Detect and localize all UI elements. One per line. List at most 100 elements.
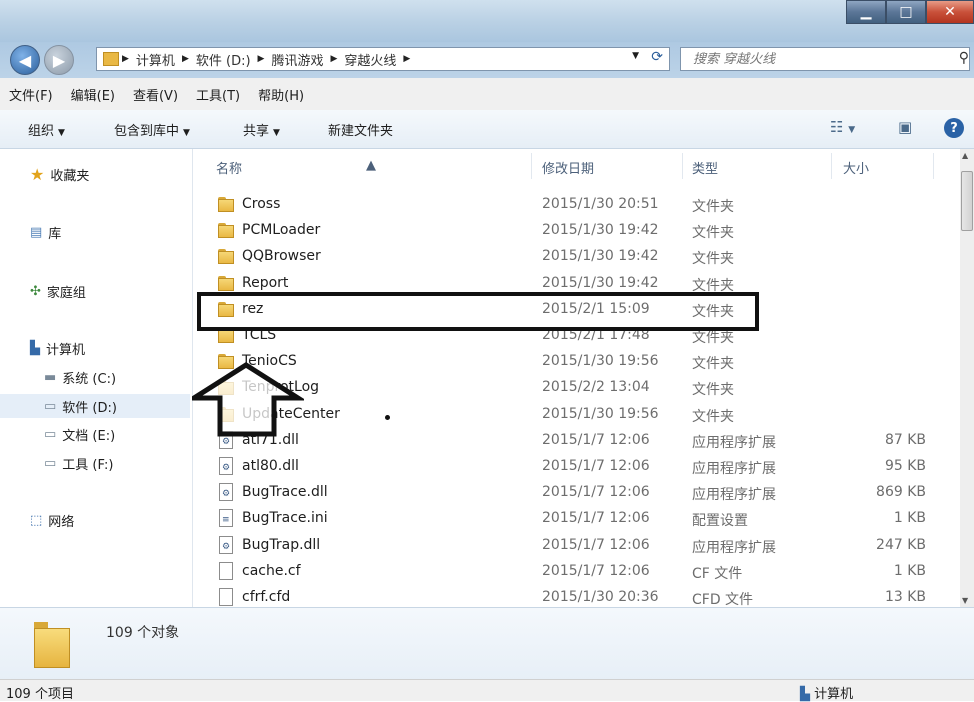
minimize-button[interactable]: ▁ (846, 0, 886, 24)
column-name[interactable]: 名称 (216, 158, 242, 177)
sidebar-label: 系统 (C:) (62, 372, 117, 387)
table-row[interactable]: TenioCS 2015/1/30 19:56 文件夹 (193, 348, 960, 374)
menu-tools[interactable]: 工具(T) (187, 85, 249, 104)
breadcrumb-separator-icon: ▶ (181, 54, 189, 64)
table-row[interactable]: ⚙ BugTrace.dll 2015/1/7 12:06 应用程序扩展 869 KB (193, 479, 960, 505)
sidebar-item-drive-c[interactable]: ▬ 系统 (C:) (44, 368, 116, 387)
column-type[interactable]: 类型 (692, 158, 718, 177)
vertical-scrollbar[interactable]: ▲ ▼ (960, 149, 974, 607)
sidebar-item-drive-d[interactable]: ▭ 软件 (D:) (0, 394, 190, 418)
search-icon[interactable]: ⚲ (959, 50, 969, 66)
organize-label: 组织 (28, 124, 55, 139)
file-name: QQBrowser (242, 248, 321, 265)
column-divider[interactable] (682, 153, 683, 179)
table-row[interactable]: ⚙ BugTrap.dll 2015/1/7 12:06 应用程序扩展 247 KB (193, 532, 960, 558)
table-row[interactable]: PCMLoader 2015/1/30 19:42 文件夹 (193, 217, 960, 243)
menu-file[interactable]: 文件(F) (0, 85, 62, 104)
address-dropdown-icon[interactable]: ▼ (632, 51, 639, 61)
share-label: 共享 (243, 124, 270, 139)
file-name: cache.cf (242, 562, 301, 579)
refresh-icon[interactable]: ⟳ (651, 49, 663, 65)
table-row[interactable]: UpdateCenter 2015/1/30 19:56 文件夹 (193, 401, 960, 427)
file-date: 2015/1/30 19:42 (542, 274, 659, 291)
column-divider[interactable] (831, 153, 832, 179)
table-row[interactable]: ⚙ atl80.dll 2015/1/7 12:06 应用程序扩展 95 KB (193, 453, 960, 479)
dll-file-icon: ⚙ (219, 457, 233, 475)
sidebar-item-homegroup[interactable]: ✣ 家庭组 (30, 282, 86, 301)
folder-icon (218, 275, 234, 291)
folder-icon (218, 223, 234, 239)
library-icon: ▤ (30, 225, 43, 240)
preview-pane-icon[interactable]: ▣ (898, 118, 912, 136)
new-folder-button[interactable]: 新建文件夹 (328, 120, 393, 139)
sidebar-item-network[interactable]: ⬚ 网络 (30, 511, 74, 530)
file-name: BugTrace.dll (242, 484, 328, 501)
include-in-library-button[interactable]: 包含到库中 ▼ (114, 120, 190, 139)
table-row[interactable]: ≡ BugTrace.ini 2015/1/7 12:06 配置设置 1 KB (193, 505, 960, 531)
file-size: 87 KB (884, 431, 926, 448)
table-row[interactable]: cache.cf 2015/1/7 12:06 CF 文件 1 KB (193, 558, 960, 584)
sidebar-item-drive-f[interactable]: ▭ 工具 (F:) (44, 454, 113, 473)
file-date: 2015/1/7 12:06 (542, 510, 650, 527)
table-row[interactable]: TenprotLog2015/2/2 13:04文件夹 (193, 374, 960, 400)
command-toolbar: 组织 ▼ 包含到库中 ▼ 共享 ▼ 新建文件夹 ☷ ▼ ▣ ? (0, 110, 974, 149)
breadcrumb-tencent-games[interactable]: 腾讯游戏 (267, 50, 327, 69)
column-divider[interactable] (531, 153, 532, 179)
highlight-box (197, 292, 759, 331)
view-options-icon[interactable]: ☷ ▼ (830, 118, 855, 136)
help-icon[interactable]: ? (944, 118, 964, 138)
file-type: 文件夹 (692, 356, 734, 373)
system-drive-icon: ▬ (44, 370, 57, 385)
breadcrumb-separator-icon: ▶ (122, 54, 129, 64)
menu-help[interactable]: 帮助(H) (249, 85, 313, 104)
breadcrumb-separator-icon: ▶ (403, 54, 411, 64)
dropdown-arrow-icon: ▼ (183, 128, 190, 138)
forward-button[interactable]: ▶ (44, 45, 74, 75)
sidebar-label: 工具 (F:) (62, 458, 114, 473)
file-size: 13 KB (884, 589, 926, 605)
table-row[interactable]: QQBrowser 2015/1/30 19:42 文件夹 (193, 243, 960, 269)
sidebar-item-computer[interactable]: ▙ 计算机 (30, 339, 85, 358)
menu-view[interactable]: 查看(V) (124, 85, 187, 104)
dropdown-arrow-icon: ▼ (273, 128, 280, 138)
file-type: 文件夹 (692, 382, 734, 399)
sidebar-label: 软件 (D:) (62, 400, 117, 416)
table-row[interactable]: ⚙ atl71.dll 2015/1/7 12:06 应用程序扩展 87 KB (193, 427, 960, 453)
address-bar[interactable]: ▶ 计算机 ▶ 软件 (D:) ▶ 腾讯游戏 ▶ 穿越火线 ▶ ▼ ⟳ (96, 47, 670, 71)
sidebar-label: 网络 (48, 515, 75, 530)
scroll-down-icon[interactable]: ▼ (962, 596, 968, 605)
sidebar-item-favorites[interactable]: ★ 收藏夹 (30, 165, 89, 184)
folder-icon (218, 249, 234, 265)
table-row[interactable]: Cross 2015/1/30 20:51 文件夹 (193, 191, 960, 217)
item-count: 109 个项目 (6, 687, 74, 702)
file-date: 2015/1/7 12:06 (542, 458, 650, 474)
breadcrumb-crossfire[interactable]: 穿越火线 (340, 50, 400, 69)
back-button[interactable]: ◀ (10, 45, 40, 75)
search-input[interactable] (691, 50, 945, 68)
drive-icon: ▭ (44, 456, 57, 471)
menu-edit[interactable]: 编辑(E) (62, 85, 124, 104)
file-size: 869 KB (876, 484, 926, 501)
scroll-up-icon[interactable]: ▲ (962, 151, 968, 160)
file-type: 应用程序扩展 (692, 487, 776, 504)
maximize-button[interactable]: □ (886, 0, 926, 24)
star-icon: ★ (30, 165, 45, 184)
close-button[interactable]: ✕ (926, 0, 974, 24)
breadcrumb-drive-d[interactable]: 软件 (D:) (192, 50, 255, 69)
column-size[interactable]: 大小 (843, 158, 869, 177)
organize-button[interactable]: 组织 ▼ (28, 120, 65, 139)
sidebar-item-libraries[interactable]: ▤ 库 (30, 223, 61, 242)
column-date[interactable]: 修改日期 (542, 158, 594, 177)
file-type: 文件夹 (692, 199, 734, 215)
navigation-pane: ★ 收藏夹 ▤ 库 ✣ 家庭组 ▙ 计算机 ▬ 系统 (C:) ▭ 软件 (D:) ▭ 文档 … (0, 149, 193, 607)
sidebar-item-drive-e[interactable]: ▭ 文档 (E:) (44, 425, 115, 444)
back-arrow-icon: ◀ (18, 50, 32, 70)
breadcrumb-computer[interactable]: 计算机 (132, 50, 179, 69)
column-divider[interactable] (933, 153, 934, 179)
search-box[interactable]: ⚲ (680, 47, 970, 71)
dll-file-icon: ⚙ (219, 483, 233, 502)
scroll-thumb[interactable] (961, 171, 973, 231)
share-button[interactable]: 共享 ▼ (243, 120, 280, 139)
file-icon (219, 561, 233, 580)
file-date: 2015/1/30 19:42 (542, 222, 659, 239)
